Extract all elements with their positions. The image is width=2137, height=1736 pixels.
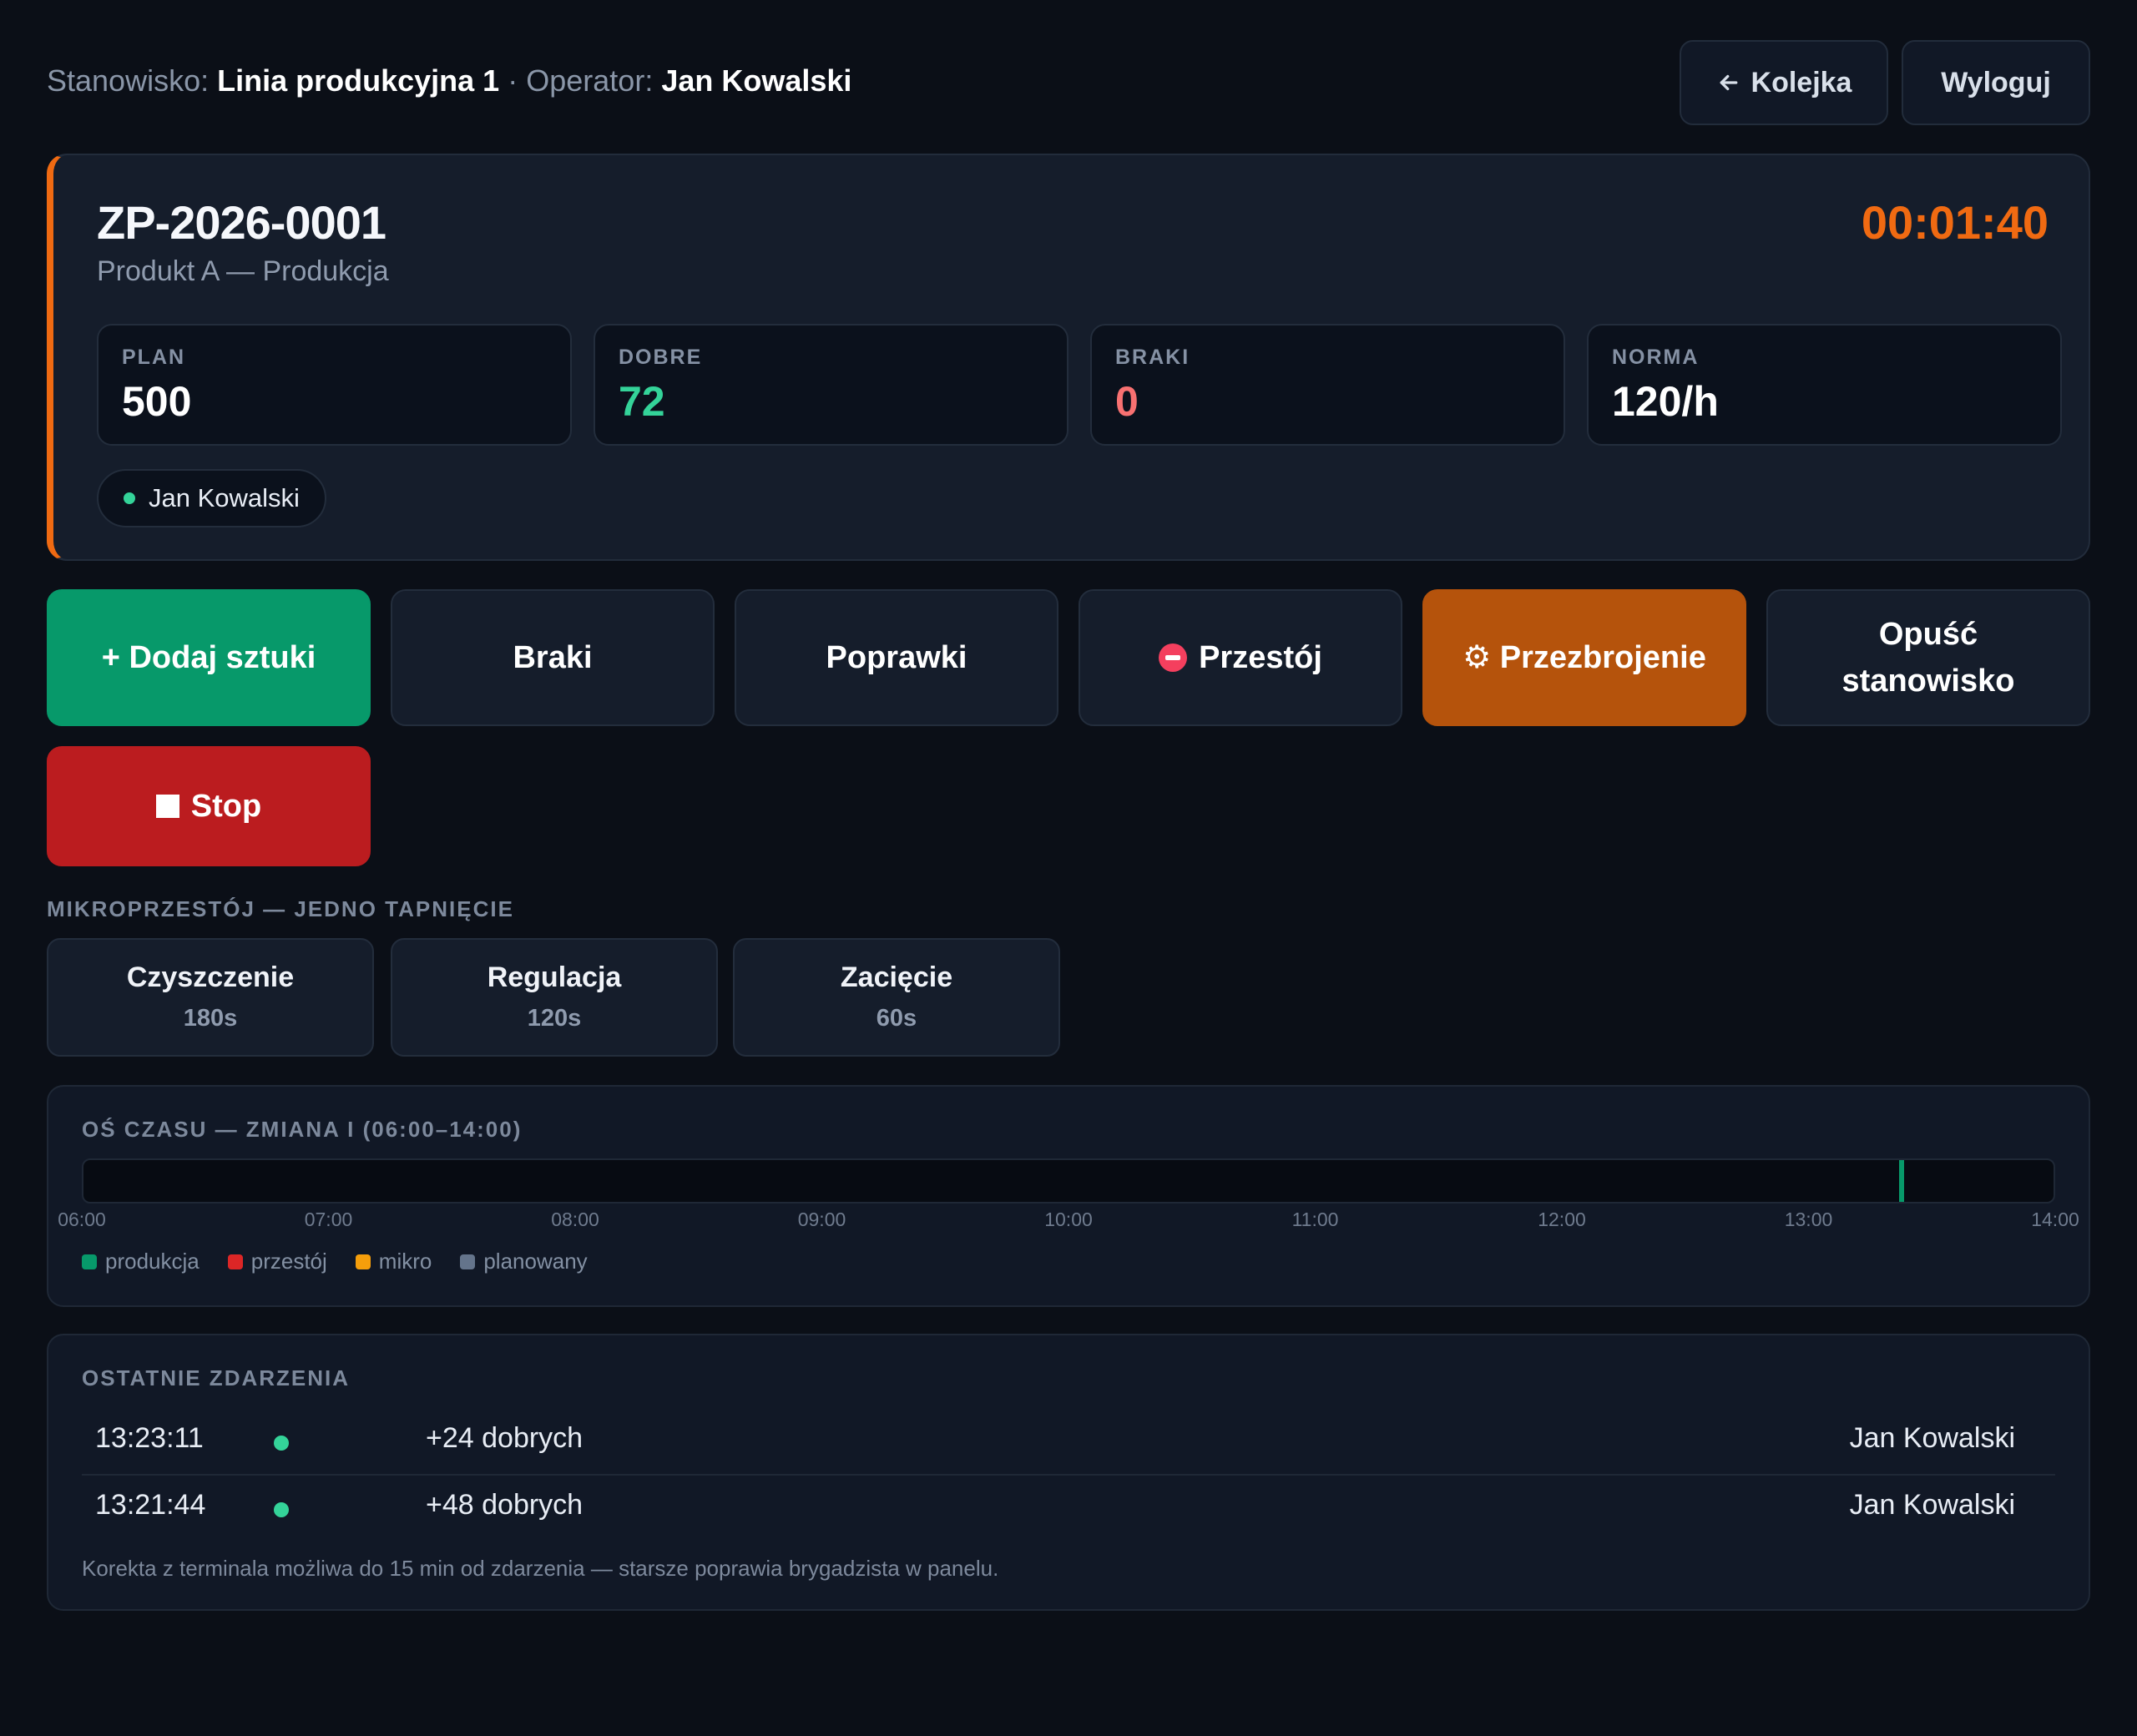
events-title: OSTATNIE ZDARZENIA [82, 1365, 351, 1390]
logout-button[interactable]: Wyloguj [1902, 40, 2090, 125]
legend-swatch-icon [227, 1254, 243, 1269]
timeline-tick-label: 12:00 [1538, 1209, 1586, 1230]
event-user: Jan Kowalski [1849, 1422, 2015, 1454]
changeover-label: ⚙ Przezbrojenie [1463, 640, 1706, 675]
micro-stop-duration: 120s [527, 1005, 582, 1032]
legend-label: mikro [378, 1249, 432, 1274]
changeover-button[interactable]: ⚙ Przezbrojenie [1422, 589, 1746, 726]
add-pieces-button[interactable]: + Dodaj sztuki [47, 589, 371, 726]
add-pieces-label: + Dodaj sztuki [101, 640, 316, 675]
arrow-left-icon [1720, 74, 1737, 91]
timeline-legend: produkcja przestój mikro planowany [82, 1249, 588, 1274]
micro-stop-duration: 180s [183, 1005, 238, 1032]
operator-chip-label: Jan Kowalski [149, 483, 300, 512]
header: Stanowisko: Linia produkcyjna 1 · Operat… [47, 40, 2090, 127]
timeline-tick-label: 14:00 [2031, 1209, 2079, 1230]
events-panel: OSTATNIE ZDARZENIA 13:23:11 +24 dobrych … [47, 1334, 2090, 1611]
station-label: Stanowisko: [47, 63, 210, 98]
timeline-tick-label: 08:00 [551, 1209, 599, 1230]
terminal-page: Stanowisko: Linia produkcyjna 1 · Operat… [0, 0, 2137, 1736]
rejects-label: Braki [513, 640, 593, 675]
event-status-dot-icon [274, 1502, 289, 1517]
leave-station-label-line1: Opuść [1878, 617, 1978, 652]
stat-value: 120/h [1612, 378, 1719, 425]
order-subtitle: Produkt A — Produkcja [97, 255, 389, 287]
stat-label: BRAKI [1115, 346, 1190, 369]
stop-button[interactable]: Stop [47, 746, 371, 866]
leave-station-button[interactable]: Opuść stanowisko [1766, 589, 2090, 726]
legend-item: przestój [227, 1249, 327, 1274]
downtime-button[interactable]: Przestój [1079, 589, 1402, 726]
timeline-tick-label: 13:00 [1784, 1209, 1833, 1230]
event-user: Jan Kowalski [1849, 1489, 2015, 1521]
stat-label: NORMA [1612, 346, 1700, 369]
legend-item: produkcja [82, 1249, 200, 1274]
micro-stop-name: Regulacja [487, 961, 622, 993]
stat-value: 72 [619, 378, 665, 425]
micro-stop-name: Czyszczenie [126, 961, 295, 993]
legend-swatch-icon [355, 1254, 371, 1269]
order-card: ZP-2026-0001 Produkt A — Produkcja 00:01… [47, 154, 2090, 561]
operator-chip: Jan Kowalski [97, 469, 326, 527]
micro-stop-name: Zacięcie [840, 961, 953, 993]
station-name: Linia produkcyjna 1 [217, 63, 500, 98]
legend-item: planowany [460, 1249, 588, 1274]
legend-label: produkcja [105, 1249, 200, 1274]
legend-label: planowany [483, 1249, 588, 1274]
stat-value: 500 [122, 378, 192, 425]
timeline-tick-label: 11:00 [1291, 1209, 1339, 1230]
event-text: +24 dobrych [426, 1422, 584, 1454]
event-status-dot-icon [274, 1436, 289, 1451]
leave-station-label-line2: stanowisko [1841, 664, 2015, 699]
no-entry-icon [1159, 643, 1188, 672]
operator-name: Jan Kowalski [661, 63, 852, 98]
station-info: Stanowisko: Linia produkcyjna 1 · Operat… [47, 63, 851, 98]
logout-button-label: Wyloguj [1941, 66, 2051, 98]
micro-stop-duration: 60s [876, 1005, 917, 1032]
event-time: 13:23:11 [95, 1422, 204, 1454]
stat-label: DOBRE [619, 346, 703, 369]
rejects-button[interactable]: Braki [391, 589, 715, 726]
timeline-bar [82, 1158, 2055, 1204]
stop-square-icon [155, 795, 179, 818]
micro-stop-jam[interactable]: Zacięcie 60s [733, 938, 1060, 1057]
stat-label: PLAN [122, 346, 186, 369]
corrections-button[interactable]: Poprawki [735, 589, 1058, 726]
timeline-tick-label: 09:00 [797, 1209, 846, 1230]
operator-label: Operator: [526, 63, 654, 98]
stat-rejects: BRAKI 0 [1090, 324, 1565, 446]
event-time: 13:21:44 [95, 1489, 206, 1521]
order-number: ZP-2026-0001 [97, 196, 386, 249]
legend-item: mikro [355, 1249, 432, 1274]
events-note: Korekta z terminala możliwa do 15 min od… [82, 1556, 999, 1581]
timeline-tick-label: 06:00 [58, 1209, 106, 1230]
order-stats: PLAN 500 DOBRE 72 BRAKI 0 NORMA 120/h [97, 324, 2062, 446]
queue-button[interactable]: Kolejka [1680, 40, 1888, 125]
timeline-tick-label: 10:00 [1044, 1209, 1093, 1230]
status-dot-icon [124, 492, 135, 504]
queue-button-label: Kolejka [1751, 66, 1852, 98]
legend-swatch-icon [82, 1254, 97, 1269]
timeline-current-mark [1899, 1160, 1905, 1202]
legend-swatch-icon [460, 1254, 476, 1269]
timeline-panel: OŚ CZASU — ZMIANA I (06:00–14:00) 06:00 0… [47, 1085, 2090, 1307]
corrections-label: Poprawki [826, 640, 967, 675]
legend-label: przestój [250, 1249, 327, 1274]
downtime-label: Przestój [1199, 640, 1322, 675]
order-timer: 00:01:40 [1861, 196, 2049, 249]
stat-norm: NORMA 120/h [1587, 324, 2062, 446]
stat-good: DOBRE 72 [594, 324, 1068, 446]
micro-stop-adjustment[interactable]: Regulacja 120s [391, 938, 718, 1057]
stop-label: Stop [190, 789, 262, 824]
stat-plan: PLAN 500 [97, 324, 572, 446]
micro-section-title: MIKROPRZESTÓJ — JEDNO TAPNIĘCIE [47, 896, 514, 921]
event-text: +48 dobrych [426, 1489, 584, 1521]
event-row: 13:21:44 +48 dobrych Jan Kowalski [82, 1474, 2055, 1541]
stat-value: 0 [1115, 378, 1139, 425]
header-separator: · [508, 63, 518, 98]
timeline-title: OŚ CZASU — ZMIANA I (06:00–14:00) [82, 1117, 523, 1142]
timeline-tick-label: 07:00 [304, 1209, 353, 1230]
micro-stop-cleaning[interactable]: Czyszczenie 180s [47, 938, 374, 1057]
event-row: 13:23:11 +24 dobrych Jan Kowalski [82, 1407, 2055, 1474]
